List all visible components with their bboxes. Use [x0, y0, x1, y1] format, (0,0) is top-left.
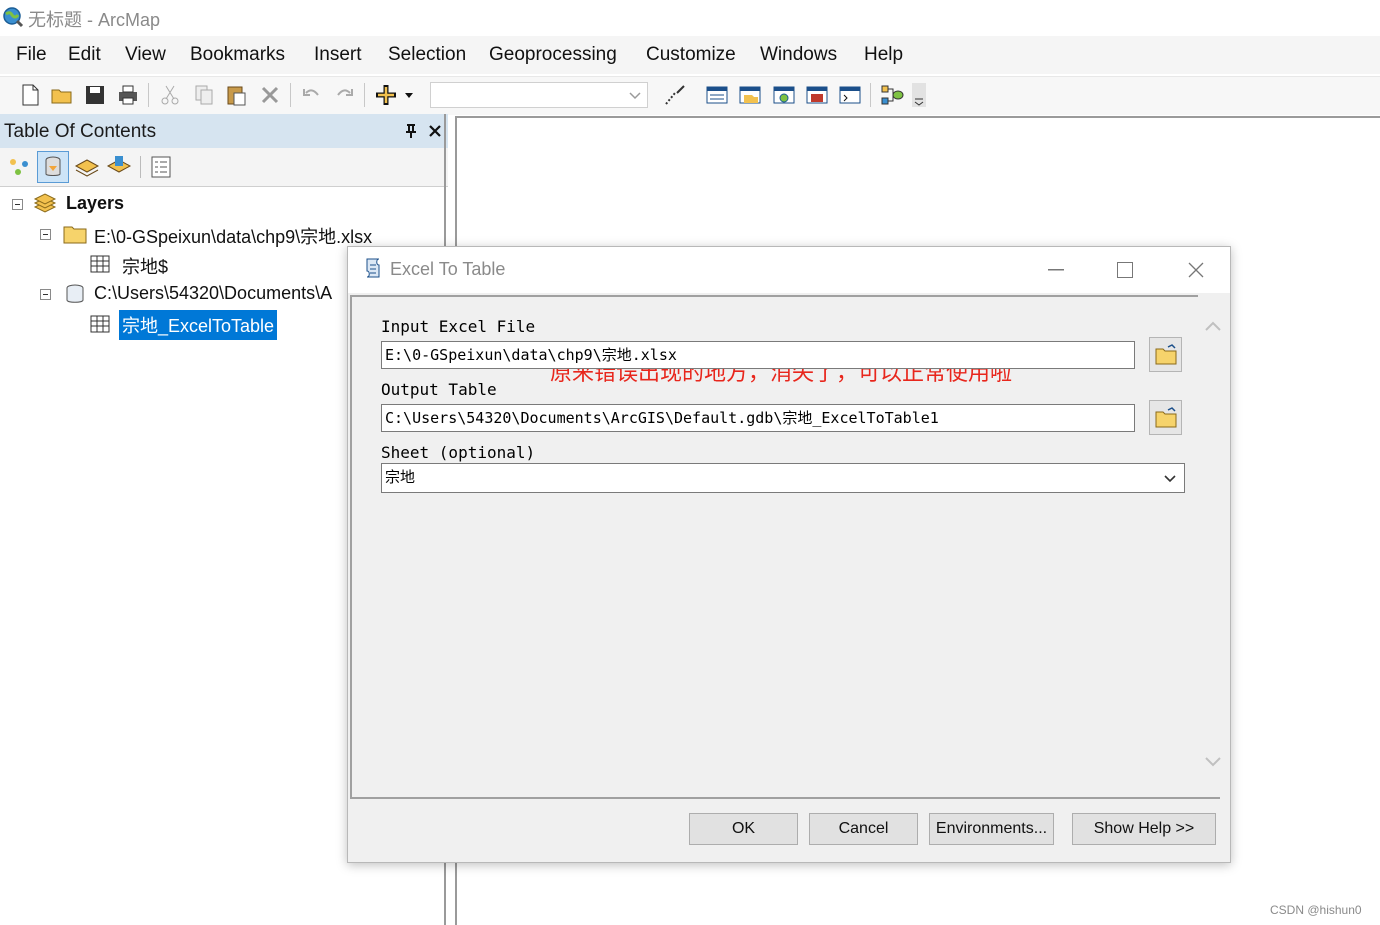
menu-view[interactable]: View: [125, 44, 166, 66]
dialog-title: Excel To Table: [390, 259, 506, 279]
modelbuilder-icon[interactable]: [880, 83, 904, 107]
script-tool-icon: [366, 258, 380, 278]
maximize-icon[interactable]: [1117, 262, 1133, 278]
database-icon: [45, 156, 61, 176]
map-scale-combo[interactable]: [430, 82, 648, 108]
layers-root-label[interactable]: Layers: [66, 193, 124, 214]
list-by-drawing-order-icon[interactable]: [6, 154, 32, 180]
new-document-icon[interactable]: [18, 83, 42, 107]
search-window-icon[interactable]: [772, 83, 796, 107]
layers-icon: [33, 193, 57, 213]
editor-toolbar-icon[interactable]: [663, 83, 687, 107]
arcmap-globe-icon: [3, 7, 24, 28]
toolbar-separator: [364, 83, 365, 107]
delete-icon[interactable]: [258, 83, 282, 107]
redo-icon[interactable]: [332, 83, 356, 107]
collapse-toggle[interactable]: [40, 229, 51, 240]
workspace-item-excel[interactable]: E:\0-GSpeixun\data\chp9\宗地.xlsx: [94, 223, 372, 249]
workspace-item-gdb[interactable]: C:\Users\54320\Documents\A: [94, 283, 332, 304]
cancel-button[interactable]: Cancel: [809, 813, 918, 845]
menu-bar: File Edit View Bookmarks Insert Selectio…: [0, 36, 1380, 74]
browse-input-button[interactable]: [1149, 337, 1182, 372]
menu-help[interactable]: Help: [864, 44, 903, 66]
standard-toolbar: [0, 76, 1380, 115]
toc-toolbar: [0, 148, 448, 187]
chevron-down-icon: [1164, 475, 1176, 483]
geodatabase-icon: [66, 284, 84, 303]
add-data-icon[interactable]: [374, 83, 414, 107]
undo-icon[interactable]: [300, 83, 324, 107]
paste-icon[interactable]: [224, 83, 248, 107]
open-folder-icon: [1155, 407, 1177, 428]
save-icon[interactable]: [83, 83, 107, 107]
scroll-up-icon[interactable]: [1205, 321, 1221, 331]
catalog-window-icon[interactable]: [738, 83, 762, 107]
minimize-icon[interactable]: [1048, 269, 1064, 271]
toolbar-options-icon[interactable]: [912, 83, 926, 107]
table-item-exceltotable-selected[interactable]: 宗地_ExcelToTable: [119, 310, 278, 340]
divider: [350, 797, 1220, 799]
menu-bookmarks[interactable]: Bookmarks: [190, 44, 285, 66]
sheet-label: Sheet (optional): [381, 443, 536, 462]
scroll-down-icon[interactable]: [1205, 757, 1221, 767]
print-icon[interactable]: [116, 83, 140, 107]
close-icon[interactable]: [428, 124, 442, 138]
output-table-label: Output Table: [381, 380, 497, 399]
toolbar-separator: [140, 156, 141, 178]
options-icon[interactable]: [150, 155, 172, 179]
list-by-selection-icon[interactable]: [106, 154, 132, 180]
menu-file[interactable]: File: [16, 44, 47, 66]
window-title: 无标题 - ArcMap: [28, 10, 161, 30]
input-excel-file-field[interactable]: E:\0-GSpeixun\data\chp9\宗地.xlsx: [381, 341, 1135, 369]
chevron-down-icon: [629, 92, 641, 100]
close-icon[interactable]: [1188, 262, 1204, 278]
input-excel-file-label: Input Excel File: [381, 317, 536, 336]
dialog-title-bar[interactable]: Excel To Table: [348, 247, 1230, 293]
folder-icon: [63, 226, 87, 244]
arctoolbox-icon[interactable]: [805, 83, 829, 107]
table-icon: [90, 315, 110, 333]
table-item-sheet[interactable]: 宗地$: [122, 253, 168, 279]
table-of-contents-icon[interactable]: [705, 83, 729, 107]
dialog-scrollbar[interactable]: [1198, 295, 1228, 797]
open-folder-icon[interactable]: [50, 83, 74, 107]
menu-insert[interactable]: Insert: [314, 44, 362, 66]
show-help-button[interactable]: Show Help >>: [1072, 813, 1216, 845]
menu-windows[interactable]: Windows: [760, 44, 837, 66]
excel-to-table-dialog: Excel To Table Input Excel File 原来错误出现的地…: [347, 246, 1231, 863]
title-bar: 无标题 - ArcMap: [0, 0, 1380, 34]
toc-header: Table Of Contents: [0, 114, 448, 148]
toolbar-separator: [148, 83, 149, 107]
list-by-source-button[interactable]: [37, 151, 69, 183]
parameters-panel: Input Excel File 原来错误出现的地方，消失了，可以正常使用啦 E…: [350, 295, 1198, 797]
toc-title: Table Of Contents: [4, 121, 157, 142]
table-icon: [90, 255, 110, 273]
toolbar-separator: [290, 83, 291, 107]
browse-output-button[interactable]: [1149, 400, 1182, 435]
menu-edit[interactable]: Edit: [68, 44, 101, 66]
list-by-visibility-icon[interactable]: [74, 154, 100, 180]
environments-button[interactable]: Environments...: [929, 813, 1054, 845]
open-folder-icon: [1155, 344, 1177, 365]
ok-button[interactable]: OK: [689, 813, 798, 845]
toolbar-separator: [870, 83, 871, 107]
sheet-select[interactable]: 宗地: [381, 463, 1185, 493]
menu-geoprocessing[interactable]: Geoprocessing: [489, 44, 617, 66]
python-window-icon[interactable]: [838, 83, 862, 107]
collapse-toggle[interactable]: [12, 199, 23, 210]
output-table-field[interactable]: C:\Users\54320\Documents\ArcGIS\Default.…: [381, 404, 1135, 432]
watermark: CSDN @hishun0: [1270, 903, 1362, 917]
sheet-select-value: 宗地: [385, 468, 416, 486]
menu-selection[interactable]: Selection: [388, 44, 466, 66]
copy-icon[interactable]: [192, 83, 216, 107]
pin-icon[interactable]: [404, 124, 418, 138]
menu-customize[interactable]: Customize: [646, 44, 736, 66]
collapse-toggle[interactable]: [40, 289, 51, 300]
cut-icon[interactable]: [158, 83, 182, 107]
